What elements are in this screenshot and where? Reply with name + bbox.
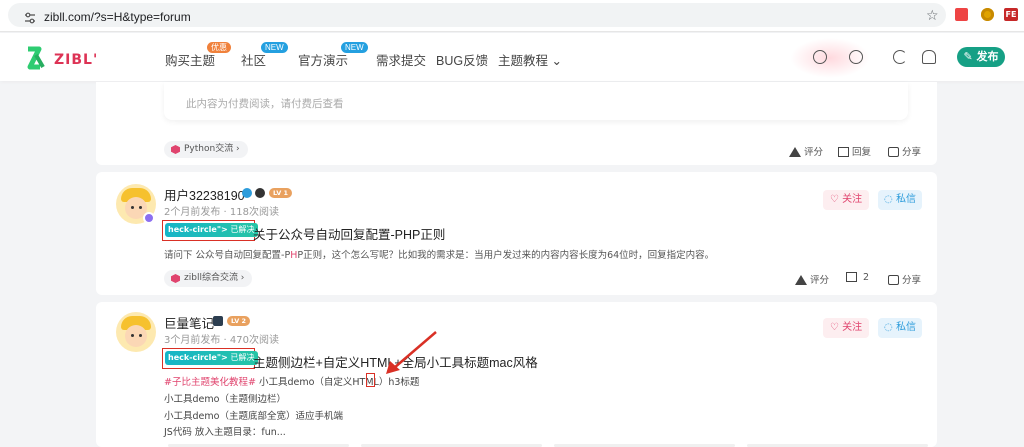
extension-icon[interactable]	[955, 8, 968, 21]
shield-icon	[213, 316, 223, 326]
post-excerpt-line: JS代码 放入主题目录：fun...	[164, 427, 286, 438]
annotation-box: heck-circle"> 已解决	[162, 220, 258, 241]
publish-button[interactable]: ✎ 发布	[957, 47, 1005, 67]
post-excerpt-line: 小工具demo（主题侧边栏）	[164, 394, 286, 405]
post-meta: 2个月前发布 · 118次阅读	[164, 207, 279, 218]
comment-icon	[838, 147, 849, 157]
nav-request[interactable]: 需求提交	[376, 50, 426, 69]
browser-bar: zibll.com/?s=H&type=forum ☆ FE	[0, 0, 1024, 32]
follow-button[interactable]: ♡ 关注	[823, 190, 869, 210]
avatar[interactable]	[116, 312, 156, 352]
promo-badge: 优惠	[207, 42, 231, 53]
post-excerpt: 请问下 公众号自动回复配置-PHP正则，这个怎么写呢？比如我的需求是：当用户发过…	[164, 250, 715, 261]
post-meta: 3个月前发布 · 470次阅读	[164, 335, 279, 346]
post-title[interactable]: 关于公众号自动回复配置-PHP正则	[253, 224, 445, 243]
bookmark-star-icon[interactable]: ☆	[926, 8, 939, 24]
zibll-logo[interactable]: ZIBL'	[26, 45, 106, 71]
paid-notice: 此内容为付费阅读，请付费后查看	[186, 98, 344, 110]
vip-badge-icon	[143, 212, 155, 224]
post-title[interactable]: 主题侧边栏+自定义HTML+全局小工具标题mac风格	[253, 352, 538, 371]
follow-button[interactable]: ♡ 关注	[823, 318, 869, 338]
site-settings-icon[interactable]	[24, 12, 36, 24]
svg-text:ZIBL': ZIBL'	[54, 52, 98, 68]
rate-button[interactable]: 评分	[795, 272, 829, 286]
message-button[interactable]: ◌ 私信	[878, 190, 922, 210]
moon-icon[interactable]	[893, 50, 907, 64]
share-button[interactable]: 分享	[888, 144, 921, 158]
extension-icon[interactable]: FE	[1004, 8, 1018, 21]
rate-icon	[795, 275, 807, 285]
rate-button[interactable]: 评分	[789, 144, 823, 158]
solved-badge: heck-circle"> 已解决	[165, 351, 258, 365]
level-badge: LV 2	[227, 316, 251, 326]
nav-demo[interactable]: 官方演示 NEW	[298, 42, 368, 69]
post-card: 用户32238190 LV 1 2个月前发布 · 118次阅读 ♡ 关注 ◌ 私…	[96, 172, 937, 295]
paid-content-box: 此内容为付费阅读，请付费后查看	[164, 82, 908, 120]
share-icon	[888, 147, 899, 157]
message-button[interactable]: ◌ 私信	[878, 318, 922, 338]
annotation-box	[366, 373, 375, 387]
reply-button[interactable]: 回复	[838, 144, 871, 158]
user-badge-icon	[255, 188, 265, 198]
annotation-box: heck-circle"> 已解决	[162, 348, 258, 369]
level-badge: LV 1	[269, 188, 293, 198]
forum-tag[interactable]: zibll综合交流 ›	[164, 270, 253, 287]
author-name[interactable]: 用户32238190	[164, 185, 245, 204]
site-header: ZIBL' 购买主题 优惠 社区 NEW 官方演示 NEW 需求提交 BUG反馈 主题…	[0, 33, 1024, 81]
bulb-icon[interactable]	[813, 50, 827, 64]
share-button[interactable]: 分享	[888, 272, 921, 286]
nav-bug-report[interactable]: BUG反馈	[436, 50, 488, 69]
bell-icon[interactable]	[922, 50, 936, 64]
nav-buy-theme[interactable]: 购买主题 优惠	[165, 42, 231, 69]
verified-icon	[242, 188, 252, 198]
post-excerpt-line: 小工具demo（主题底部全宽）适应手机端	[164, 411, 343, 422]
author-name[interactable]: 巨量笔记	[164, 313, 214, 332]
reply-button[interactable]: 2	[846, 272, 869, 283]
rate-icon	[789, 147, 801, 157]
post-excerpt-line: #子比主题美化教程# 小工具demo（自定义HTML）h3标题	[164, 377, 420, 388]
nav-tutorials[interactable]: 主题教程 ⌄	[498, 50, 562, 69]
search-icon[interactable]	[849, 50, 863, 64]
new-badge: NEW	[341, 42, 368, 53]
extension-icon[interactable]	[981, 8, 994, 21]
post-card: 此内容为付费阅读，请付费后查看 Python交流 › 评分 回复 分享	[96, 82, 937, 165]
nav-community[interactable]: 社区 NEW	[241, 42, 288, 69]
address-bar[interactable]: zibll.com/?s=H&type=forum ☆	[8, 3, 946, 27]
solved-badge: heck-circle"> 已解决	[165, 223, 258, 237]
url-text[interactable]: zibll.com/?s=H&type=forum	[44, 10, 191, 24]
new-badge: NEW	[261, 42, 288, 53]
post-card: 巨量笔记 LV 2 3个月前发布 · 470次阅读 ♡ 关注 ◌ 私信 heck…	[96, 302, 937, 447]
share-icon	[888, 275, 899, 285]
comment-icon	[846, 272, 857, 282]
forum-tag[interactable]: Python交流 ›	[164, 141, 248, 158]
